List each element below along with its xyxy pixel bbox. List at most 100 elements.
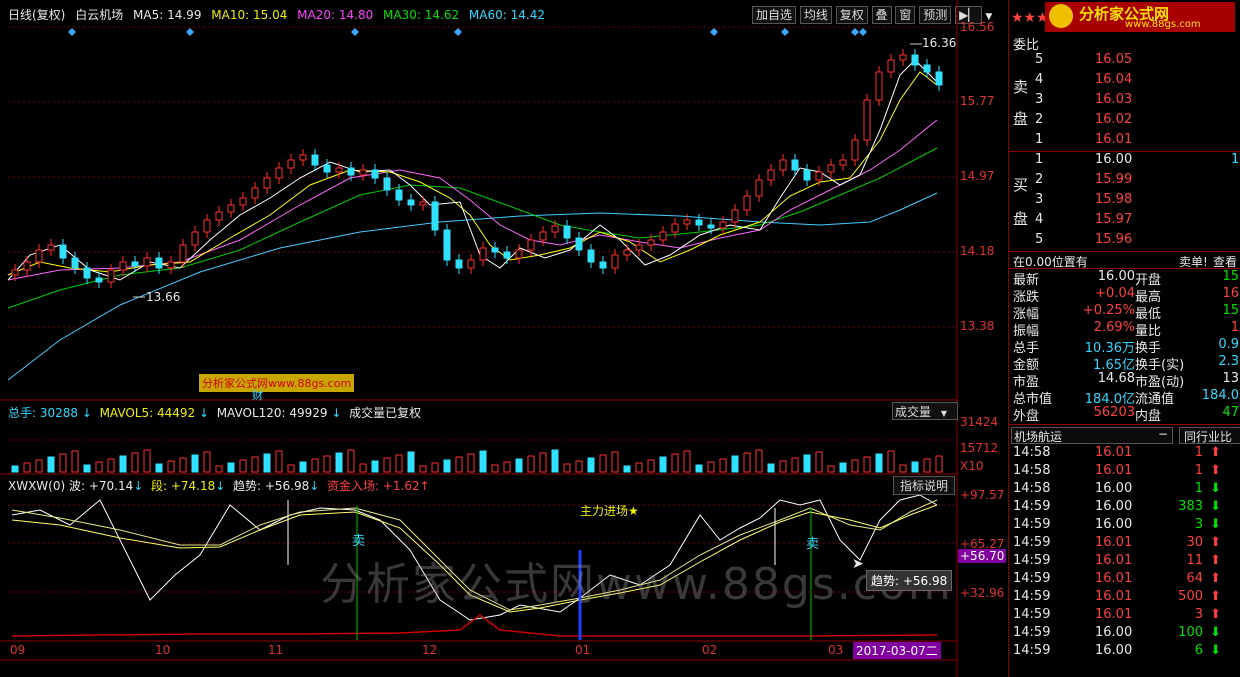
tick-row[interactable]: 14:59 16.00 383 ⬇ xyxy=(1009,499,1240,517)
tick-row[interactable]: 14:58 16.01 1 ⬆ xyxy=(1009,463,1240,481)
arrow-up-icon: ⬆ xyxy=(1210,607,1221,622)
tab-peer-compare[interactable]: 同行业比 xyxy=(1179,427,1240,444)
tick-row[interactable]: 14:59 16.01 11 ⬆ xyxy=(1009,553,1240,571)
tick-price: 16.00 xyxy=(1095,517,1133,532)
chart-area[interactable]: 日线(复权) 白云机场 MA5: 14.99 MA10: 15.04 MA20:… xyxy=(0,0,1007,677)
ask-price: 16.03 xyxy=(1095,92,1133,107)
stat-label-2: 内盘 xyxy=(1135,409,1162,424)
indicator-duan: 段: +74.18 xyxy=(150,479,216,493)
tick-time: 14:59 xyxy=(1013,499,1051,514)
stat-value-2: 1 xyxy=(1230,320,1239,335)
ask-row[interactable]: 3 16.03 xyxy=(1009,92,1240,112)
bid-price: 16.00 xyxy=(1095,152,1133,167)
indicator-tick-1: +97.57 xyxy=(960,488,1005,502)
ask-row[interactable]: 4 16.04 xyxy=(1009,72,1240,92)
tick-row[interactable]: 14:58 16.00 1 ⬇ xyxy=(1009,481,1240,499)
volume-total: 总手: 30288 xyxy=(8,406,79,420)
tick-time: 14:58 xyxy=(1013,445,1051,460)
tick-price: 16.01 xyxy=(1095,589,1133,604)
stat-value-2: 47 xyxy=(1222,405,1239,420)
weibi-label: 委比 xyxy=(1013,38,1040,53)
arrow-up-icon: ⬆ xyxy=(1210,535,1221,550)
arrow-down-icon: ⬇ xyxy=(1210,499,1221,514)
chevron-down-icon: ▼ xyxy=(940,409,947,418)
stat-value: +0.25% xyxy=(1082,303,1135,318)
indicator-bo: 波: +70.14 xyxy=(69,479,134,493)
tick-row[interactable]: 14:58 16.01 1 ⬆ xyxy=(1009,445,1240,463)
stat-row: 涨跌 +0.04 最高 16 xyxy=(1009,286,1240,305)
logo-icon xyxy=(1049,4,1073,28)
stat-row: 涨幅 +0.25% 最低 15 xyxy=(1009,303,1240,322)
tick-price: 16.01 xyxy=(1095,463,1133,478)
ask-level: 3 xyxy=(1035,92,1044,107)
ask-row[interactable]: 1 16.01 xyxy=(1009,132,1240,152)
volume-tick-2: 15712 xyxy=(960,441,999,455)
date-tick: 01 xyxy=(575,643,591,657)
tick-price: 16.00 xyxy=(1095,643,1133,658)
date-tick: 02 xyxy=(702,643,718,657)
bid-row[interactable]: 1 16.00 1 xyxy=(1009,152,1240,172)
bid-row[interactable]: 4 15.97 xyxy=(1009,212,1240,232)
ask-level: 4 xyxy=(1035,72,1044,87)
date-tick: 09 xyxy=(10,643,26,657)
stat-value-2: 2.3 xyxy=(1218,354,1239,369)
bid-level: 4 xyxy=(1035,212,1044,227)
bid-row[interactable]: 5 15.96 xyxy=(1009,232,1240,252)
bid-row[interactable]: 3 15.98 xyxy=(1009,192,1240,212)
tick-time: 14:58 xyxy=(1013,463,1051,478)
arrow-up-icon: ⬆ xyxy=(1210,571,1221,586)
tick-row[interactable]: 14:59 16.01 500 ⬆ xyxy=(1009,589,1240,607)
arrow-up-icon: ⬆ xyxy=(1210,553,1221,568)
tick-volume: 1 xyxy=(1194,445,1203,460)
volume-selector[interactable]: 成交量 ▼ xyxy=(892,402,958,420)
tick-price: 16.01 xyxy=(1095,535,1133,550)
bid-volume: 1 xyxy=(1231,152,1240,167)
tick-volume: 1 xyxy=(1194,463,1203,478)
arrow-up-icon: ⬆ xyxy=(1210,445,1221,460)
stat-value-2: 184.0 xyxy=(1201,388,1239,403)
ask-row[interactable]: 5 16.05 xyxy=(1009,52,1240,72)
arrow-up-icon: ⬆ xyxy=(1210,463,1221,478)
tick-price: 16.01 xyxy=(1095,445,1133,460)
indicator-current-badge: +56.70 xyxy=(958,549,1007,563)
tick-volume: 6 xyxy=(1194,643,1203,658)
indicator-trend: 趋势: +56.98 xyxy=(232,479,310,493)
arrow-down-icon: ⬇ xyxy=(1210,643,1221,658)
quote-panel: ★★★ 分析家公式网 www.88gs.com 委比 卖 盘 买 盘 5 16.0… xyxy=(1008,0,1240,677)
indicator-legend: XWXW(0) 波: +70.14↓ 段: +74.18↓ 趋势: +56.98… xyxy=(8,479,430,493)
bid-level: 1 xyxy=(1035,152,1044,167)
tick-row[interactable]: 14:59 16.01 3 ⬆ xyxy=(1009,607,1240,625)
bid-price: 15.97 xyxy=(1095,212,1133,227)
bid-row[interactable]: 2 15.99 xyxy=(1009,172,1240,192)
mavol120-label: MAVOL120: 49929 xyxy=(216,406,328,420)
bid-price: 15.98 xyxy=(1095,192,1133,207)
tick-row[interactable]: 14:59 16.01 64 ⬆ xyxy=(1009,571,1240,589)
watermark-badge: 分析家公式网www.88gs.com xyxy=(199,374,355,392)
date-tick: 03 xyxy=(828,643,844,657)
stat-row: 总手 10.36万 换手 0.9 xyxy=(1009,337,1240,356)
tick-row[interactable]: 14:59 16.01 30 ⬆ xyxy=(1009,535,1240,553)
tab-industry[interactable]: 机场航运 − xyxy=(1011,427,1173,444)
ask-row[interactable]: 2 16.02 xyxy=(1009,112,1240,132)
stat-value-2: 15 xyxy=(1222,269,1239,284)
date-tick: 11 xyxy=(268,643,284,657)
stat-value: 14.68 xyxy=(1097,371,1135,386)
tick-time: 14:59 xyxy=(1013,517,1051,532)
indicator-fund: 资金入场: +1.62 xyxy=(326,479,420,493)
tick-row[interactable]: 14:59 16.00 100 ⬇ xyxy=(1009,625,1240,643)
tick-time: 14:59 xyxy=(1013,571,1051,586)
volume-legend: 总手: 30288 ↓ MAVOL5: 44492 ↓ MAVOL120: 49… xyxy=(8,406,422,420)
volume-tick-1: 31424 xyxy=(960,415,999,429)
ask-price: 16.01 xyxy=(1095,132,1133,147)
tick-volume: 3 xyxy=(1194,607,1203,622)
indicator-explain-button[interactable]: 指标说明 xyxy=(893,476,956,495)
date-tick: 12 xyxy=(422,643,438,657)
ask-level: 2 xyxy=(1035,112,1044,127)
tick-row[interactable]: 14:59 16.00 6 ⬇ xyxy=(1009,643,1240,661)
tick-volume: 383 xyxy=(1178,499,1203,514)
date-tick: 10 xyxy=(155,643,171,657)
tick-row[interactable]: 14:59 16.00 3 ⬇ xyxy=(1009,517,1240,535)
sell-signal-1: 卖 xyxy=(352,534,366,549)
tab-bar: 机场航运 − 同行业比 xyxy=(1009,424,1240,445)
arrow-up-icon: ⬆ xyxy=(1210,589,1221,604)
